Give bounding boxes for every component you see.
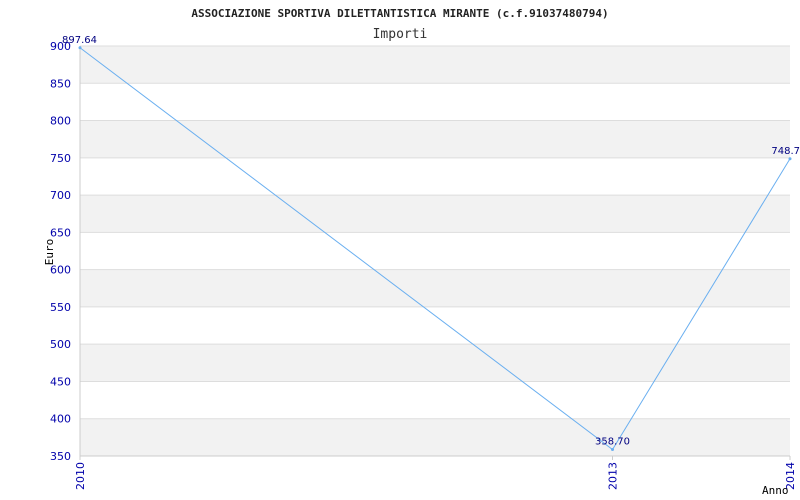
data-point (788, 157, 792, 161)
grid-band (80, 120, 790, 158)
chart-subtitle: Importi (373, 27, 428, 42)
y-tick-label: 400 (50, 413, 71, 426)
x-axis-label: Anno (762, 484, 789, 497)
grid-band (80, 46, 790, 84)
y-tick-label: 850 (50, 77, 71, 90)
y-tick-label: 650 (50, 226, 71, 239)
grid-bands (80, 46, 790, 456)
y-tick-label: 450 (50, 375, 71, 388)
grid-band (80, 269, 790, 307)
y-tick-label: 350 (50, 450, 71, 463)
grid-band (80, 418, 790, 456)
series-line (79, 47, 791, 451)
grid-band (80, 195, 790, 233)
y-tick-label: 700 (50, 189, 71, 202)
data-label: 358.70 (595, 437, 630, 448)
data-point (78, 46, 82, 50)
series-layer (78, 46, 792, 452)
x-tick-label: 2010 (74, 462, 87, 490)
x-tick-labels: 2010 2013 2014 (74, 456, 797, 490)
y-tick-label: 750 (50, 152, 71, 165)
chart-title: ASSOCIAZIONE SPORTIVA DILETTANTISTICA MI… (191, 7, 608, 20)
y-tick-label: 800 (50, 115, 71, 128)
data-labels: 897.64 358.70 748.7 (62, 35, 800, 448)
line-chart: ASSOCIAZIONE SPORTIVA DILETTANTISTICA MI… (43, 7, 800, 497)
x-tick-label: 2013 (607, 462, 620, 490)
y-tick-label: 500 (50, 338, 71, 351)
grid-lines (80, 45, 790, 457)
data-label: 748.7 (771, 146, 800, 157)
data-label: 897.64 (62, 35, 97, 46)
y-tick-label: 550 (50, 301, 71, 314)
y-axis-label: Euro (43, 239, 56, 266)
grid-band (80, 344, 790, 382)
data-point (611, 448, 614, 452)
